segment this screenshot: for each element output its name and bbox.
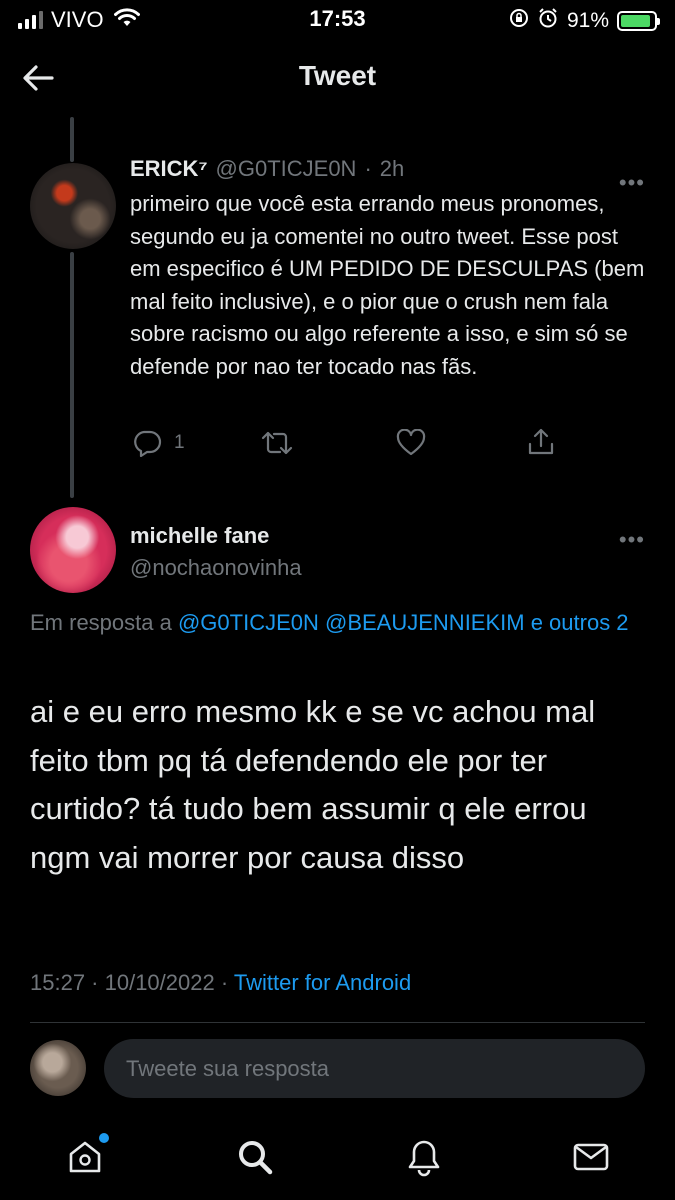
tweet-actions: 1 [130, 425, 560, 465]
author-handle[interactable]: @nochaonovinha [130, 555, 302, 581]
author-handle[interactable]: @G0TICJE0N [216, 156, 357, 182]
home-icon [69, 1141, 101, 1173]
avatar[interactable] [30, 507, 116, 593]
search-tab[interactable] [233, 1135, 277, 1179]
notifications-icon [408, 1140, 440, 1177]
status-bar: VIVO 17:53 91% [0, 0, 675, 40]
author-name[interactable]: ERICK⁷ [130, 156, 208, 182]
thread-line [70, 252, 74, 498]
messages-icon [573, 1143, 609, 1171]
messages-tab[interactable] [569, 1135, 613, 1179]
author-name[interactable]: michelle fane [130, 523, 269, 549]
avatar [30, 1040, 86, 1096]
tweet-meta: 15:27 · 10/10/2022 · Twitter for Android [30, 970, 411, 996]
tweet-source[interactable]: Twitter for Android [234, 970, 411, 995]
home-tab[interactable] [63, 1133, 109, 1179]
share-button[interactable] [526, 427, 556, 457]
search-icon [239, 1141, 273, 1175]
retweet-button[interactable] [260, 429, 294, 457]
notifications-tab[interactable] [402, 1135, 446, 1179]
separator: · [364, 156, 372, 181]
reply-users-link[interactable]: @G0TICJE0N @BEAUJENNIEKIM e outros 2 [178, 610, 629, 635]
reply-button[interactable]: 1 [132, 429, 185, 457]
reply-input[interactable] [104, 1039, 645, 1098]
share-icon [528, 428, 554, 455]
more-options-icon[interactable]: ••• [619, 527, 645, 553]
reply-context: Em resposta a @G0TICJE0N @BEAUJENNIEKIM … [30, 605, 640, 641]
like-button[interactable] [396, 429, 426, 457]
battery-icon [617, 11, 660, 31]
alarm-icon [537, 7, 559, 35]
more-options-icon[interactable]: ••• [619, 170, 645, 196]
thread-line [70, 117, 74, 162]
reply-count: 1 [174, 432, 185, 453]
reply-icon [134, 430, 162, 457]
reply-prefix: Em resposta a [30, 610, 172, 635]
tweet-time: 2h [379, 156, 405, 181]
battery-percent: 91% [566, 9, 609, 32]
tweet-text: primeiro que você esta errando meus pron… [130, 191, 645, 379]
notification-dot [99, 1133, 109, 1143]
bottom-nav [0, 1115, 675, 1200]
divider [30, 1022, 645, 1023]
header: Tweet [0, 40, 675, 115]
tweet-timestamp: 15:27 · 10/10/2022 · [30, 970, 229, 995]
rotation-lock-icon [509, 8, 529, 34]
retweet-icon [261, 431, 293, 455]
tweet-text: ai e eu erro mesmo kk e se vc achou mal … [30, 694, 596, 875]
avatar[interactable] [30, 163, 116, 249]
page-title: Tweet [298, 60, 377, 91]
parent-tweet[interactable]: ERICK⁷ @G0TICJE0N · 2h primeiro que você… [130, 156, 650, 383]
heart-icon [396, 429, 426, 456]
